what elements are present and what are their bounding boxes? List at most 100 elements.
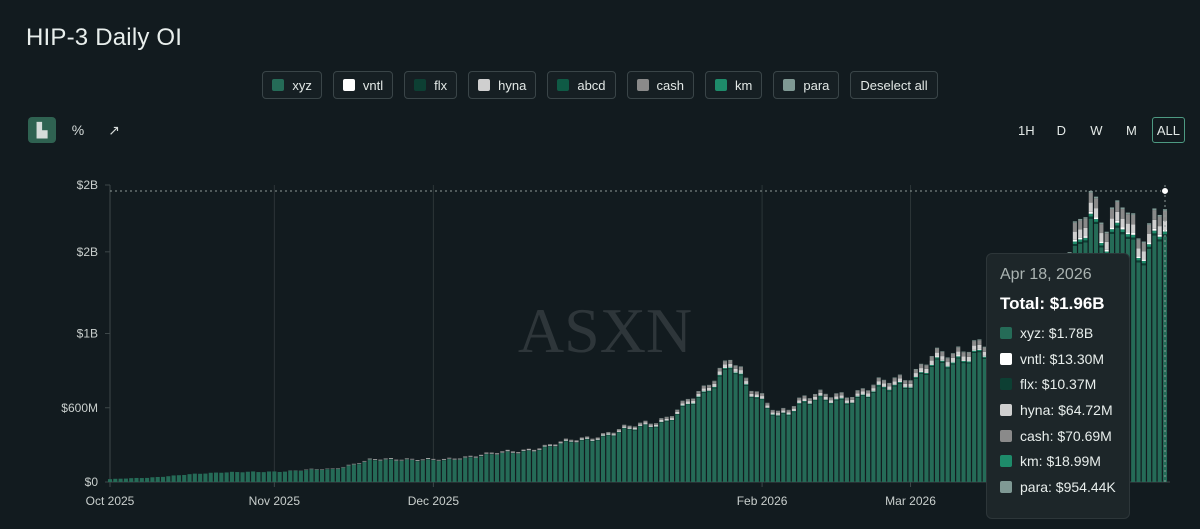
bar-segment-cash: [924, 365, 929, 369]
bar-segment-km: [685, 403, 690, 405]
bar-segment-xyz: [881, 388, 887, 482]
bar-segment-xyz: [357, 464, 362, 482]
bar-segment-vntl: [722, 367, 728, 369]
bar-segment-cash: [1141, 242, 1146, 252]
bar-segment-km: [897, 382, 902, 383]
bar-segment-hyna: [654, 424, 659, 427]
bar-segment-flx: [1120, 232, 1125, 235]
bar-segment-hyna: [1131, 224, 1136, 233]
bar-segment-hyna: [844, 400, 849, 403]
bar-segment-xyz: [256, 472, 261, 482]
bar-segment-cash: [590, 438, 595, 440]
bar-segment-cash: [1125, 214, 1130, 224]
bar-segment-xyz: [192, 473, 197, 482]
bar-segment-xyz: [823, 400, 828, 482]
tooltip-row: vntl: $13.30M: [1000, 346, 1129, 372]
bar-segment-xyz: [229, 471, 234, 482]
bar-segment-xyz: [691, 404, 696, 482]
bar-segment-flx: [1083, 240, 1088, 243]
bar-segment-hyna: [521, 450, 526, 451]
bar-segment-km: [823, 399, 828, 401]
bar-segment-vntl: [897, 381, 902, 383]
bar-segment-cash: [1088, 192, 1093, 203]
bar-segment-cash: [1115, 201, 1120, 212]
bar-segment-cash: [463, 456, 468, 457]
bar-segment-xyz: [479, 456, 484, 482]
bar-segment-cash: [722, 361, 728, 365]
bar-segment-vntl: [924, 372, 929, 373]
bar-segment-xyz: [526, 450, 531, 482]
bar-segment-km: [834, 399, 839, 400]
bar-segment-xyz: [685, 404, 690, 482]
bar-segment-para: [897, 374, 902, 376]
bar-segment-xyz: [129, 478, 134, 482]
bar-segment-cash: [632, 426, 637, 429]
bar-segment-cash: [887, 383, 892, 387]
bar-segment-xyz: [738, 375, 743, 482]
bar-segment-xyz: [213, 472, 219, 482]
bar-segment-xyz: [558, 443, 563, 482]
bar-segment-km: [749, 396, 754, 398]
bar-segment-cash: [457, 458, 462, 459]
bar-segment-vntl: [855, 395, 860, 397]
bar-segment-cash: [929, 356, 934, 361]
tooltip-date: Apr 18, 2026: [1000, 266, 1092, 283]
bar-segment-xyz: [383, 459, 388, 482]
bar-segment-xyz: [532, 451, 537, 482]
bar-segment-xyz: [707, 392, 712, 482]
bar-segment-vntl: [935, 356, 940, 358]
bar-segment-vntl: [738, 372, 743, 374]
bar-segment-para: [1078, 218, 1083, 221]
bar-segment-flx: [823, 400, 828, 401]
bar-segment-hyna: [1147, 233, 1152, 243]
bar-segment-km: [1099, 243, 1104, 246]
bar-segment-km: [866, 396, 871, 398]
bar-segment-hyna: [897, 378, 902, 382]
bar-segment-xyz: [834, 400, 839, 482]
bar-segment-km: [1115, 222, 1120, 226]
tooltip-swatch: [1000, 326, 1012, 339]
bar-segment-xyz: [139, 478, 144, 482]
bar-segment-hyna: [871, 388, 876, 391]
bar-segment-cash: [537, 448, 542, 450]
watermark: ASXN: [518, 295, 692, 366]
bar-segment-cash: [850, 397, 855, 400]
bar-segment-hyna: [1078, 229, 1083, 238]
bar-segment-xyz: [632, 430, 637, 482]
bar-segment-cash: [563, 438, 568, 440]
bar-segment-xyz: [590, 441, 595, 482]
bar-segment-flx: [813, 400, 818, 401]
bar-segment-cash: [871, 385, 876, 389]
bar-segment-hyna: [760, 396, 765, 399]
bar-segment-hyna: [834, 396, 839, 399]
bar-segment-hyna: [919, 368, 924, 372]
bar-segment-xyz: [277, 471, 282, 482]
bar-segment-cash: [807, 398, 812, 401]
bar-segment-hyna: [537, 449, 542, 450]
bar-segment-para: [935, 347, 940, 349]
bar-segment-hyna: [950, 357, 955, 362]
bar-segment-hyna: [765, 405, 770, 408]
tooltip-row: cash: $70.69M: [1000, 423, 1129, 449]
bar-segment-cash: [627, 425, 632, 428]
bar-segment-flx: [733, 373, 738, 375]
bar-segment-cash: [574, 440, 579, 442]
bar-segment-para: [961, 351, 966, 353]
bar-segment-vntl: [1094, 217, 1099, 220]
bar-segment-cash: [675, 409, 680, 412]
bar-segment-flx: [802, 401, 807, 403]
bar-segment-para: [966, 351, 971, 353]
bar-segment-xyz: [876, 386, 881, 482]
bar-segment-para: [950, 353, 955, 354]
bar-segment-xyz: [722, 369, 728, 482]
bar-segment-km: [876, 384, 881, 386]
bar-segment-para: [733, 365, 738, 366]
bar-segment-hyna: [500, 451, 505, 453]
bar-segment-km: [733, 372, 738, 374]
bar-segment-hyna: [595, 438, 600, 440]
bar-segment-km: [675, 413, 680, 415]
bar-segment-xyz: [696, 397, 701, 482]
bar-segment-km: [956, 356, 961, 358]
bar-segment-flx: [887, 390, 892, 392]
bar-segment-flx: [717, 375, 722, 377]
